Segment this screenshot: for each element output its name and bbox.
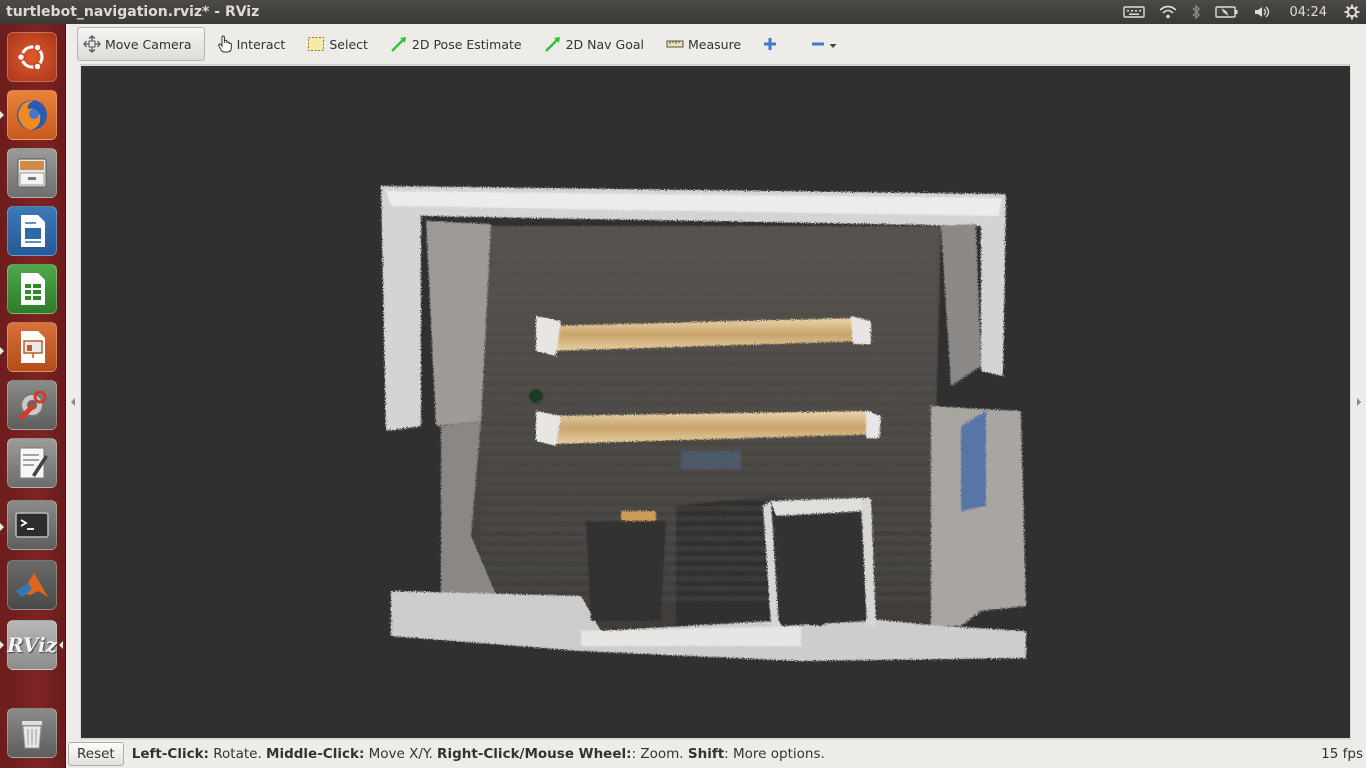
text-editor-icon xyxy=(19,447,48,479)
tool-bar: Move Camera Interact Select 2D Pose Esti… xyxy=(66,24,1366,65)
launcher: RViz xyxy=(0,24,66,768)
3d-render-viewport[interactable] xyxy=(81,66,1350,738)
ruler-icon xyxy=(666,40,684,48)
settings-wrench-icon xyxy=(18,390,47,421)
launcher-matlab[interactable] xyxy=(7,560,57,610)
file-cabinet-icon xyxy=(17,158,47,188)
right-click-key: Right-Click/Mouse Wheel: xyxy=(437,746,632,762)
measure-label: Measure xyxy=(688,36,742,52)
clock[interactable]: 04:24 xyxy=(1290,5,1327,20)
launcher-ubuntu-dash[interactable] xyxy=(7,32,57,82)
left-dock-collapsed[interactable] xyxy=(66,64,80,740)
launcher-writer[interactable] xyxy=(7,206,57,256)
hand-pointer-icon xyxy=(217,35,232,53)
move-camera-icon xyxy=(83,35,101,53)
right-dock-collapsed[interactable] xyxy=(1351,64,1366,740)
plus-icon xyxy=(764,38,777,50)
chevron-down-icon xyxy=(829,44,837,48)
launcher-impress[interactable] xyxy=(7,322,57,372)
select-box-icon xyxy=(308,37,325,51)
move-camera-tool[interactable]: Move Camera xyxy=(77,27,205,61)
nav-goal-arrow-icon xyxy=(544,37,560,52)
pose-estimate-label: 2D Pose Estimate xyxy=(411,36,522,52)
spreadsheet-icon xyxy=(21,273,45,305)
middle-click-action: Move X/Y. xyxy=(364,746,438,762)
gear-icon[interactable] xyxy=(1344,4,1360,20)
launcher-system-settings[interactable] xyxy=(7,380,57,430)
interact-label: Interact xyxy=(236,36,286,52)
point-cloud-render xyxy=(381,186,1026,661)
right-click-action: : Zoom. xyxy=(631,746,688,762)
presentation-icon xyxy=(21,331,45,363)
bluetooth-icon[interactable] xyxy=(1191,4,1201,20)
chevron-right-icon xyxy=(1357,398,1361,406)
volume-icon[interactable] xyxy=(1253,5,1273,19)
launcher-text-editor[interactable] xyxy=(7,438,57,488)
document-writer-icon xyxy=(21,215,45,247)
terminal-icon xyxy=(15,512,49,538)
launcher-terminal[interactable] xyxy=(7,500,57,550)
interact-tool[interactable]: Interact xyxy=(211,28,292,60)
remove-tool-button[interactable] xyxy=(805,28,847,60)
ubuntu-logo-icon xyxy=(16,43,44,71)
minus-icon xyxy=(812,42,825,46)
reset-button[interactable]: Reset xyxy=(68,742,124,766)
shift-key: Shift xyxy=(687,746,725,762)
launcher-calc[interactable] xyxy=(7,264,57,314)
wifi-icon[interactable] xyxy=(1159,5,1177,19)
2d-nav-goal-tool[interactable]: 2D Nav Goal xyxy=(538,28,650,60)
launcher-rviz[interactable]: RViz xyxy=(7,620,57,670)
middle-click-key: Middle-Click: xyxy=(266,746,365,762)
launcher-trash[interactable] xyxy=(7,708,57,758)
mouse-hint-text: Left-Click: Rotate. Middle-Click: Move X… xyxy=(132,746,825,762)
select-tool[interactable]: Select xyxy=(301,28,374,60)
left-click-key: Left-Click: xyxy=(131,746,209,762)
matlab-icon xyxy=(16,573,48,597)
trash-icon xyxy=(22,721,42,749)
left-click-action: Rotate. xyxy=(208,746,267,762)
chevron-left-icon xyxy=(71,398,75,406)
shift-action: : More options. xyxy=(724,746,825,762)
window-title: turtlebot_navigation.rviz* - RViz xyxy=(6,4,260,20)
nav-goal-label: 2D Nav Goal xyxy=(565,36,644,52)
rviz-icon: RViz xyxy=(6,633,58,657)
keyboard-icon[interactable] xyxy=(1122,5,1145,19)
top-panel: turtlebot_navigation.rviz* - RViz 04:24 xyxy=(0,0,1366,24)
battery-icon[interactable] xyxy=(1214,5,1239,19)
move-camera-label: Move Camera xyxy=(105,36,192,52)
indicator-area: 04:24 xyxy=(1116,0,1366,24)
2d-pose-estimate-tool[interactable]: 2D Pose Estimate xyxy=(384,28,528,60)
pose-arrow-icon xyxy=(391,37,406,52)
measure-tool[interactable]: Measure xyxy=(660,28,747,60)
firefox-icon xyxy=(17,100,47,130)
launcher-firefox[interactable] xyxy=(7,90,57,140)
status-bar: Reset Left-Click: Rotate. Middle-Click: … xyxy=(66,740,1366,768)
launcher-files[interactable] xyxy=(7,148,57,198)
fps-readout: 15 fps xyxy=(1321,746,1363,762)
select-label: Select xyxy=(329,36,368,52)
add-tool-button[interactable] xyxy=(757,28,787,60)
